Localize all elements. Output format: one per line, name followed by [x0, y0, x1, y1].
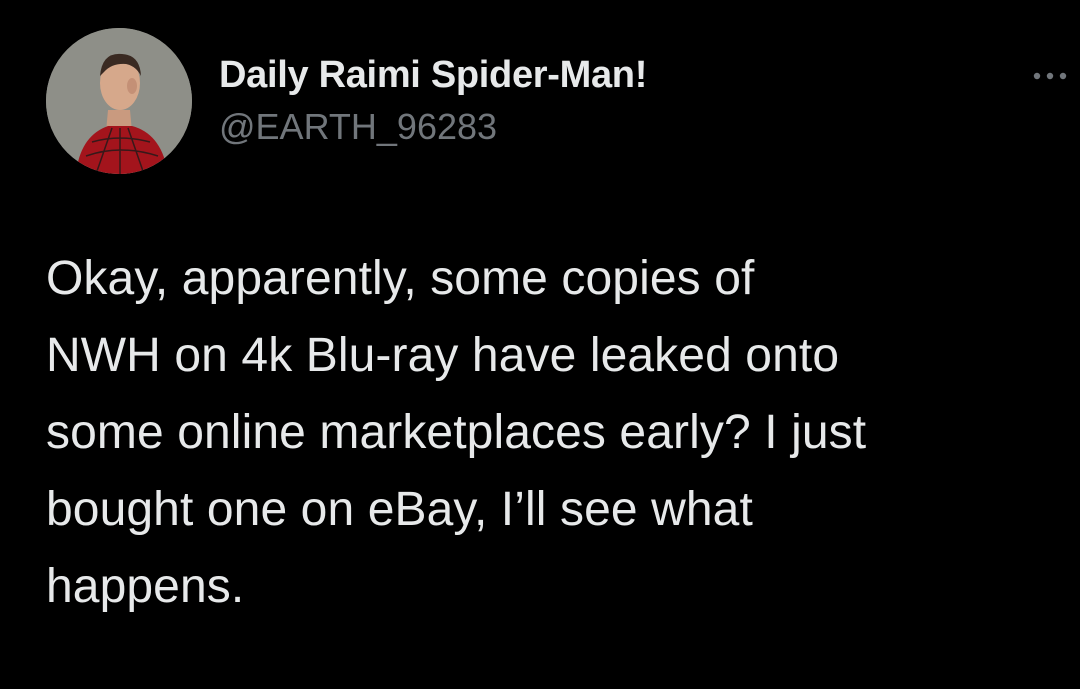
author-handle[interactable]: @EARTH_96283	[219, 106, 497, 148]
tweet-card: Daily Raimi Spider-Man! @EARTH_96283 Oka…	[0, 0, 1080, 689]
more-options-button[interactable]	[1020, 58, 1074, 94]
profile-avatar[interactable]	[46, 28, 192, 174]
author-display-name[interactable]: Daily Raimi Spider-Man!	[219, 54, 647, 97]
profile-photo-icon	[46, 28, 192, 174]
more-horizontal-icon	[1033, 72, 1067, 80]
tweet-text: Okay, apparently, some copies of NWH on …	[46, 252, 867, 613]
